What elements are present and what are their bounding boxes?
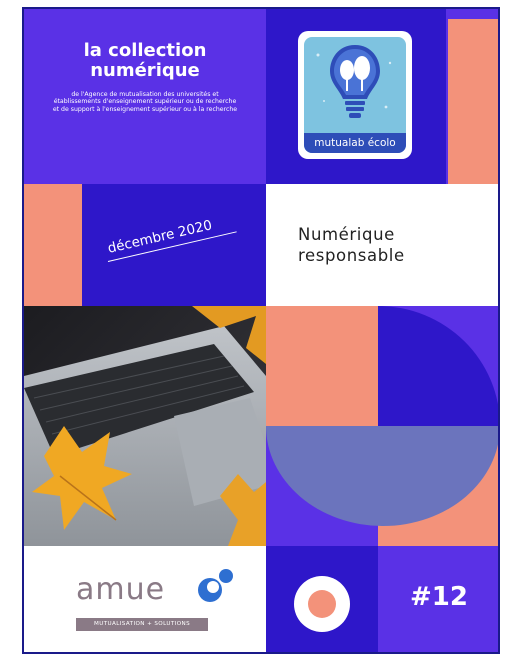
amue-tagline: MUTUALISATION + SOLUTIONS (76, 618, 208, 631)
issue-block: #12 (378, 546, 498, 652)
mutualab-logo: mutualab écolo (298, 31, 412, 159)
ring-dot (308, 590, 336, 618)
collection-title-line2: numérique (90, 60, 200, 81)
topic-title: Numérique responsable (298, 224, 405, 266)
laptop-photo-illustration (24, 306, 266, 546)
collection-title-line1: la collection (83, 40, 207, 61)
ring-circle (294, 576, 350, 632)
laptop-autumn-leaves-photo (24, 306, 266, 546)
amue-brand-block: amue MUTUALISATION + SOLUTIONS (24, 546, 266, 652)
mutualab-label: mutualab écolo (304, 133, 406, 153)
topic-line2: responsable (298, 246, 405, 265)
amue-wordmark: amue (76, 572, 166, 607)
salmon-block-left (24, 184, 82, 306)
salmon-block-top-right (448, 19, 498, 184)
collection-subtitle: de l'Agence de mutualisation des univers… (52, 91, 238, 113)
collection-header: la collection numérique de l'Agence de m… (24, 9, 266, 184)
issue-number: #12 (410, 582, 468, 612)
cover: la collection numérique de l'Agence de m… (22, 7, 500, 654)
geometric-composition (266, 306, 498, 546)
ring-block (266, 546, 378, 652)
lightbulb-tree-icon (316, 45, 392, 118)
topic-block: Numérique responsable (266, 184, 498, 306)
topic-line1: Numérique (298, 225, 395, 244)
geometric-shapes (266, 306, 498, 546)
amue-drop-icon (198, 569, 233, 602)
mutualab-logo-art: mutualab écolo (304, 37, 406, 153)
